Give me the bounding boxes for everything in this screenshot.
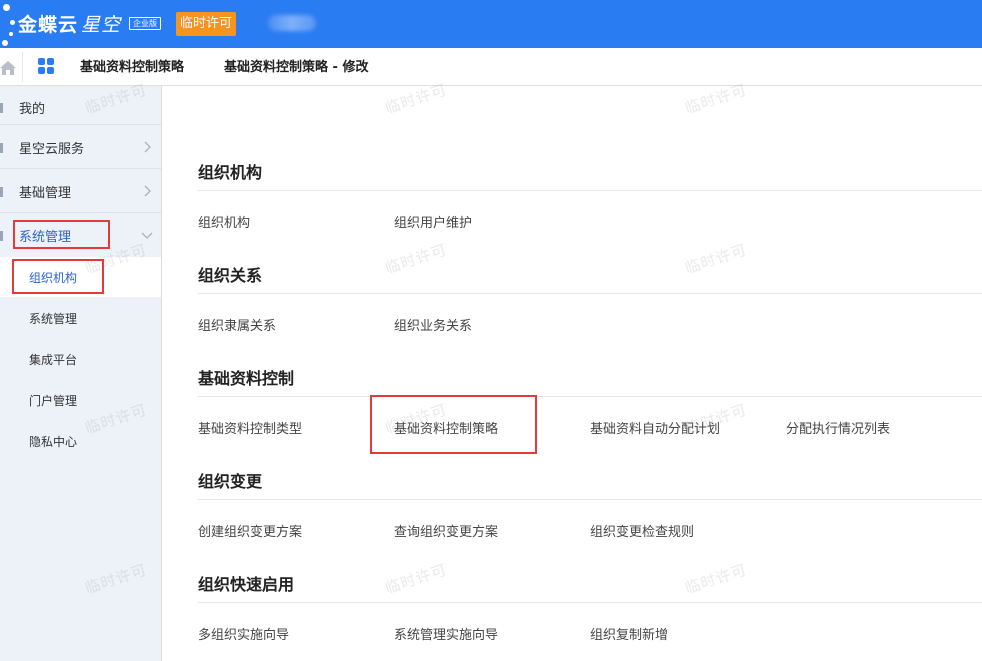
bullet-icon: [0, 103, 3, 113]
sidebar: 我的 星空云服务 基础管理 系统管理 组织机构 系统管理 集成平台 门户管理 隐…: [0, 86, 162, 661]
brand-name: 金蝶云: [18, 14, 79, 36]
sidebar-subitem-label: 组织机构: [29, 271, 78, 285]
tab-divider: [22, 52, 23, 82]
tab-basic-data-control-policy[interactable]: 基础资料控制策略: [80, 48, 184, 86]
sidebar-item-label: 基础管理: [19, 186, 72, 201]
sidebar-item-mine[interactable]: 我的: [0, 86, 161, 128]
product-name: 星空: [81, 14, 122, 36]
sidebar-item-system-management[interactable]: 系统管理: [0, 214, 161, 256]
section-divider: [198, 499, 982, 500]
sidebar-subitem-privacy-center[interactable]: 隐私中心: [0, 421, 161, 461]
bullet-icon: [0, 143, 3, 153]
chevron-right-icon: [144, 141, 151, 153]
section-divider: [198, 602, 982, 603]
link-org-affiliation[interactable]: 组织隶属关系: [198, 315, 276, 334]
section-title-organization: 组织机构: [198, 163, 263, 182]
link-org-change-check-rules[interactable]: 组织变更检查规则: [590, 521, 694, 540]
sidebar-subitem-portal-management[interactable]: 门户管理: [0, 380, 161, 420]
logo-icon: [0, 2, 16, 46]
top-header: 金蝶云 星空 企业版 临时许可: [0, 0, 982, 48]
section-title-org-relations: 组织关系: [198, 266, 263, 285]
link-query-org-change-plan[interactable]: 查询组织变更方案: [394, 521, 498, 540]
edition-badge: 企业版: [129, 17, 161, 30]
section-divider: [198, 293, 982, 294]
sidebar-subitem-integration-platform[interactable]: 集成平台: [0, 339, 161, 379]
section-title-org-change: 组织变更: [198, 472, 263, 491]
link-basic-data-auto-assign-plan[interactable]: 基础资料自动分配计划: [590, 418, 720, 437]
app-grid-icon[interactable]: [38, 58, 56, 76]
sidebar-subitem-label: 系统管理: [29, 312, 78, 326]
chevron-right-icon: [144, 185, 151, 197]
main-content: 组织机构 组织机构 组织用户维护 组织关系 组织隶属关系 组织业务关系 基础资料…: [162, 86, 982, 661]
link-basic-data-control-policy[interactable]: 基础资料控制策略: [394, 418, 498, 437]
link-basic-data-control-type[interactable]: 基础资料控制类型: [198, 418, 302, 437]
link-org-business-relation[interactable]: 组织业务关系: [394, 315, 472, 334]
sidebar-item-basic-management[interactable]: 基础管理: [0, 170, 161, 212]
link-org-user-maintenance[interactable]: 组织用户维护: [394, 212, 472, 231]
sidebar-item-label: 我的: [19, 102, 46, 117]
bullet-icon: [0, 231, 3, 241]
link-assign-execution-list[interactable]: 分配执行情况列表: [786, 418, 890, 437]
link-multi-org-wizard[interactable]: 多组织实施向导: [198, 624, 289, 643]
home-icon[interactable]: [0, 59, 18, 77]
tab-basic-data-control-policy-edit[interactable]: 基础资料控制策略 - 修改: [224, 48, 368, 86]
sidebar-item-label: 系统管理: [19, 230, 72, 245]
brand-logo: 金蝶云 星空: [18, 10, 121, 37]
temporary-license-button[interactable]: 临时许可: [176, 12, 236, 36]
sidebar-subitem-system-management[interactable]: 系统管理: [0, 298, 161, 338]
divider: [0, 124, 161, 125]
sidebar-subitem-label: 隐私中心: [29, 435, 78, 449]
section-divider: [198, 190, 982, 191]
bullet-icon: [0, 187, 3, 197]
link-organization[interactable]: 组织机构: [198, 212, 250, 231]
divider: [0, 212, 161, 213]
divider: [0, 168, 161, 169]
chevron-down-icon: [141, 232, 153, 239]
app-window: 金蝶云 星空 企业版 临时许可 基础资料控制策略 基础资料控制策略 - 修改 我的…: [0, 0, 982, 661]
section-divider: [198, 396, 982, 397]
link-org-copy-new[interactable]: 组织复制新增: [590, 624, 668, 643]
sidebar-item-label: 星空云服务: [19, 142, 85, 157]
sidebar-subitem-organization[interactable]: 组织机构: [0, 257, 161, 297]
link-create-org-change-plan[interactable]: 创建组织变更方案: [198, 521, 302, 540]
sidebar-subitem-label: 门户管理: [29, 394, 78, 408]
link-system-mgmt-wizard[interactable]: 系统管理实施向导: [394, 624, 498, 643]
tab-bar: 基础资料控制策略 基础资料控制策略 - 修改: [0, 48, 982, 86]
section-title-basic-data-control: 基础资料控制: [198, 369, 295, 388]
sidebar-item-cloud-services[interactable]: 星空云服务: [0, 126, 161, 168]
sidebar-subitem-label: 集成平台: [29, 353, 78, 367]
section-title-org-quick-enable: 组织快速启用: [198, 575, 295, 594]
user-name-blurred[interactable]: [268, 15, 316, 31]
